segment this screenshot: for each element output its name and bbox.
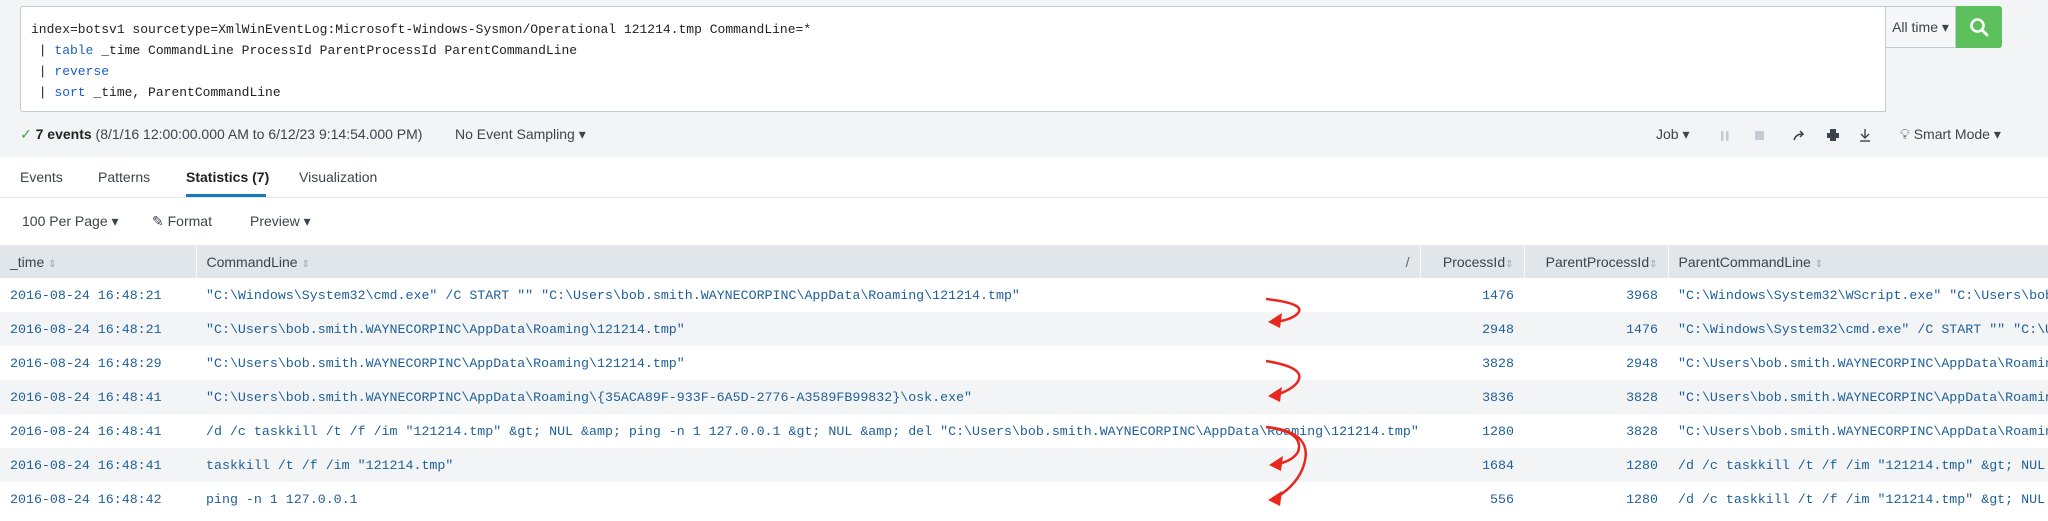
lightbulb-icon: 💡︎ bbox=[1900, 126, 1910, 142]
cell-parentprocessid[interactable]: 1280 bbox=[1524, 482, 1668, 516]
tab-events[interactable]: Events bbox=[20, 169, 63, 185]
query-line: | reverse bbox=[31, 61, 1875, 82]
tab-patterns[interactable]: Patterns bbox=[98, 169, 150, 185]
event-count: 7 events bbox=[35, 126, 92, 142]
search-button[interactable] bbox=[1956, 6, 2002, 48]
pipe: | bbox=[31, 85, 55, 100]
cell-processid[interactable]: 556 bbox=[1420, 482, 1524, 516]
print-icon[interactable] bbox=[1826, 128, 1840, 145]
table-row: 2016-08-24 16:48:41 taskkill /t /f /im "1… bbox=[0, 448, 2048, 482]
column-header-processid[interactable]: ProcessId⇕ bbox=[1420, 245, 1525, 278]
results-tabs: Events Patterns Statistics (7) Visualiza… bbox=[0, 157, 2048, 198]
cell-commandline[interactable]: "C:\Users\bob.smith.WAYNECORPINC\AppData… bbox=[196, 312, 1420, 346]
search-icon bbox=[1970, 18, 1989, 37]
cell-time[interactable]: 2016-08-24 16:48:21 bbox=[0, 312, 196, 346]
cell-processid[interactable]: 1476 bbox=[1420, 278, 1524, 312]
table-row: 2016-08-24 16:48:21 "C:\Windows\System32\… bbox=[0, 278, 2048, 312]
tab-visualization[interactable]: Visualization bbox=[299, 169, 377, 185]
column-header-time[interactable]: _time ⇕ bbox=[0, 245, 197, 278]
format-button[interactable]: ✎ Format bbox=[152, 213, 212, 230]
cell-time[interactable]: 2016-08-24 16:48:41 bbox=[0, 380, 196, 414]
event-sampling-dropdown[interactable]: No Event Sampling ▾ bbox=[455, 126, 586, 143]
search-mode-dropdown[interactable]: 💡︎ Smart Mode ▾ bbox=[1900, 126, 2001, 143]
sort-icon: ⇕ bbox=[301, 258, 310, 270]
cell-parentprocessid[interactable]: 1280 bbox=[1524, 448, 1668, 482]
stop-icon[interactable] bbox=[1754, 129, 1766, 145]
pipe: | bbox=[31, 43, 55, 58]
cell-processid[interactable]: 2948 bbox=[1420, 312, 1524, 346]
column-header-parentcommandline[interactable]: ParentCommandLine ⇕ bbox=[1668, 245, 2048, 278]
cell-commandline[interactable]: /d /c taskkill /t /f /im "121214.tmp" &g… bbox=[196, 414, 1420, 448]
cell-processid[interactable]: 3828 bbox=[1420, 346, 1524, 380]
format-label: Format bbox=[167, 213, 212, 229]
cell-time[interactable]: 2016-08-24 16:48:41 bbox=[0, 414, 196, 448]
pause-icon[interactable] bbox=[1720, 129, 1730, 145]
cell-commandline[interactable]: ping -n 1 127.0.0.1 bbox=[196, 482, 1420, 516]
pipe: | bbox=[31, 64, 55, 79]
sort-icon: ⇕ bbox=[48, 258, 57, 270]
search-mode-label: Smart Mode ▾ bbox=[1913, 126, 2001, 142]
cell-parentprocessid[interactable]: 3968 bbox=[1524, 278, 1668, 312]
check-icon: ✓ bbox=[20, 126, 32, 142]
tab-statistics[interactable]: Statistics (7) bbox=[186, 169, 269, 185]
cell-parentcommandline[interactable]: "C:\Users\bob.smith.WAYNECORPINC\AppData… bbox=[1668, 346, 2048, 380]
cell-parentcommandline[interactable]: "C:\Users\bob.smith.WAYNECORPINC\AppData… bbox=[1668, 414, 2048, 448]
share-icon[interactable] bbox=[1792, 128, 1806, 145]
per-page-dropdown[interactable]: 100 Per Page ▾ bbox=[22, 213, 119, 230]
active-tab-indicator bbox=[186, 194, 266, 197]
column-header-commandline[interactable]: CommandLine ⇕ / bbox=[196, 245, 1421, 278]
cell-parentprocessid[interactable]: 1476 bbox=[1524, 312, 1668, 346]
column-header-parentprocessid[interactable]: ParentProcessId⇕ bbox=[1524, 245, 1669, 278]
cell-processid[interactable]: 1280 bbox=[1420, 414, 1524, 448]
pencil-icon[interactable]: / bbox=[1406, 254, 1410, 270]
cell-parentcommandline[interactable]: "C:\Users\bob.smith.WAYNECORPINC\AppData… bbox=[1668, 380, 2048, 414]
event-count-status: ✓ 7 events (8/1/16 12:00:00.000 AM to 6/… bbox=[20, 126, 422, 143]
cell-parentcommandline[interactable]: /d /c taskkill /t /f /im "121214.tmp" &g… bbox=[1668, 482, 2048, 516]
preview-dropdown[interactable]: Preview ▾ bbox=[250, 213, 311, 230]
cell-processid[interactable]: 3836 bbox=[1420, 380, 1524, 414]
sort-icon: ⇕ bbox=[1814, 258, 1824, 270]
export-icon[interactable] bbox=[1858, 128, 1872, 145]
query-line: | sort _time, ParentCommandLine bbox=[31, 82, 1875, 103]
query-command: sort bbox=[54, 85, 86, 100]
search-query-input[interactable]: index=botsv1 sourcetype=XmlWinEventLog:M… bbox=[20, 6, 1886, 112]
table-row: 2016-08-24 16:48:41 "C:\Users\bob.smith.W… bbox=[0, 380, 2048, 414]
cell-time[interactable]: 2016-08-24 16:48:21 bbox=[0, 278, 196, 312]
query-args: _time, ParentCommandLine bbox=[85, 85, 281, 100]
cell-parentcommandline[interactable]: "C:\Windows\System32\cmd.exe" /C START "… bbox=[1668, 312, 2048, 346]
pencil-icon: ✎ bbox=[152, 213, 164, 229]
cell-time[interactable]: 2016-08-24 16:48:29 bbox=[0, 346, 196, 380]
cell-time[interactable]: 2016-08-24 16:48:41 bbox=[0, 448, 196, 482]
cell-commandline[interactable]: "C:\Users\bob.smith.WAYNECORPINC\AppData… bbox=[196, 380, 1420, 414]
cell-parentcommandline[interactable]: /d /c taskkill /t /f /im "121214.tmp" &g… bbox=[1668, 448, 2048, 482]
time-range-picker[interactable]: All time ▾ bbox=[1886, 6, 1956, 48]
results-table: _time ⇕ CommandLine ⇕ / ProcessId⇕ Parent… bbox=[0, 245, 2048, 516]
query-command: reverse bbox=[54, 64, 110, 79]
table-row: 2016-08-24 16:48:21 "C:\Users\bob.smith.W… bbox=[0, 312, 2048, 346]
table-row: 2016-08-24 16:48:41/d /c taskkill /t /f … bbox=[0, 414, 2048, 448]
query-command: table bbox=[54, 43, 94, 58]
cell-parentprocessid[interactable]: 3828 bbox=[1524, 380, 1668, 414]
query-args: _time CommandLine ProcessId ParentProces… bbox=[93, 43, 578, 58]
time-range-text: (8/1/16 12:00:00.000 AM to 6/12/23 9:14:… bbox=[91, 126, 423, 142]
job-menu[interactable]: Job ▾ bbox=[1656, 126, 1690, 143]
query-line: index=botsv1 sourcetype=XmlWinEventLog:M… bbox=[31, 19, 1875, 40]
sort-icon: ⇕ bbox=[1505, 258, 1514, 270]
cell-time[interactable]: 2016-08-24 16:48:42 bbox=[0, 482, 196, 516]
table-row: 2016-08-24 16:48:42 ping -n 1 127.0.0.1 55… bbox=[0, 482, 2048, 516]
query-line: | table _time CommandLine ProcessId Pare… bbox=[31, 40, 1875, 61]
cell-commandline[interactable]: taskkill /t /f /im "121214.tmp" bbox=[196, 448, 1420, 482]
cell-commandline[interactable]: "C:\Windows\System32\cmd.exe" /C START "… bbox=[196, 278, 1420, 312]
table-row: 2016-08-24 16:48:29 "C:\Users\bob.smith.W… bbox=[0, 346, 2048, 380]
cell-parentprocessid[interactable]: 2948 bbox=[1524, 346, 1668, 380]
cell-processid[interactable]: 1684 bbox=[1420, 448, 1524, 482]
cell-parentprocessid[interactable]: 3828 bbox=[1524, 414, 1668, 448]
sort-icon: ⇕ bbox=[1649, 258, 1658, 270]
cell-commandline[interactable]: "C:\Users\bob.smith.WAYNECORPINC\AppData… bbox=[196, 346, 1420, 380]
query-args: index=botsv1 sourcetype=XmlWinEventLog:M… bbox=[31, 22, 812, 37]
cell-parentcommandline[interactable]: "C:\Windows\System32\WScript.exe" "C:\Us… bbox=[1668, 278, 2048, 312]
